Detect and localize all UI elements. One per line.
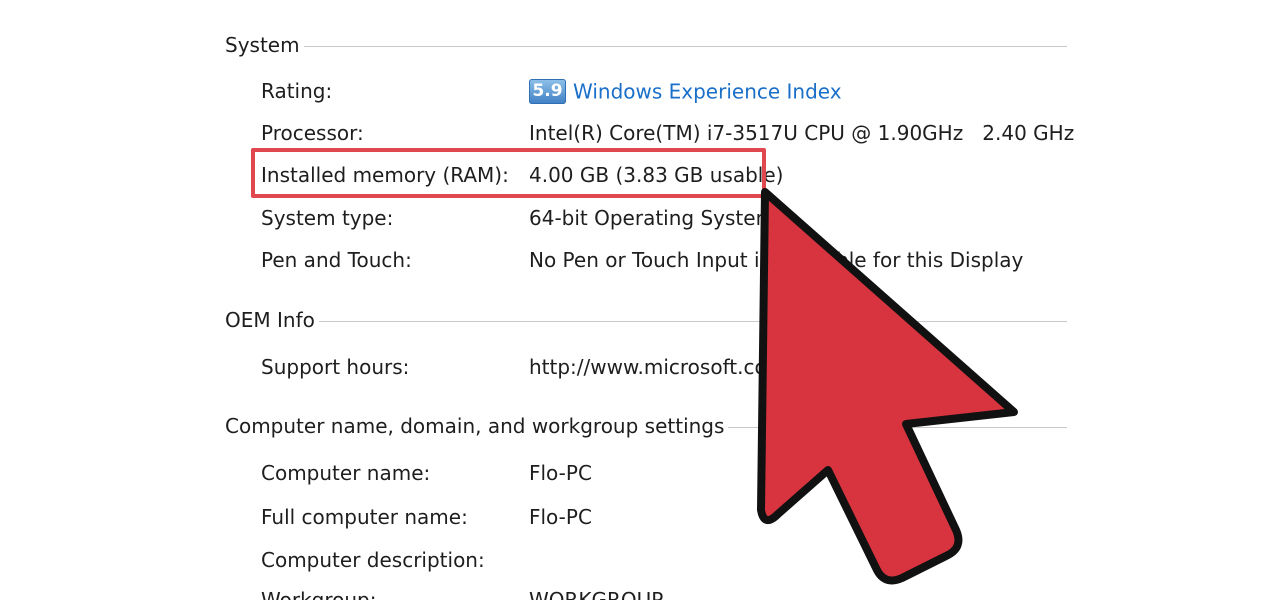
processor-value: Intel(R) Core(TM) i7-3517U CPU @ 1.90GHz…: [529, 121, 1075, 145]
row-support-hours: Support hours: http://www.microsoft.com: [261, 352, 1061, 382]
rating-label: Rating:: [261, 79, 333, 103]
workgroup-label: Workgroup:: [261, 588, 377, 600]
row-computer-description: Computer description:: [261, 545, 1061, 575]
system-type-label: System type:: [261, 206, 394, 230]
section-divider: [728, 427, 1067, 428]
system-type-value: 64-bit Operating System: [529, 206, 776, 230]
computer-name-label: Computer name:: [261, 461, 431, 485]
row-processor: Processor: Intel(R) Core(TM) i7-3517U CP…: [261, 118, 1074, 148]
support-hours-label: Support hours:: [261, 355, 410, 379]
section-divider: [303, 46, 1067, 47]
computer-description-label: Computer description:: [261, 548, 485, 572]
computer-name-value: Flo-PC: [529, 461, 592, 485]
pen-touch-label: Pen and Touch:: [261, 248, 412, 272]
row-computer-name: Computer name: Flo-PC: [261, 458, 1061, 488]
rating-badge-icon[interactable]: 5.9: [529, 79, 566, 104]
full-computer-name-label: Full computer name:: [261, 505, 468, 529]
row-system-type: System type: 64-bit Operating System: [261, 203, 1061, 233]
memory-highlight-box: [251, 148, 766, 198]
section-title: OEM Info: [225, 308, 315, 332]
processor-label: Processor:: [261, 121, 364, 145]
section-title: Computer name, domain, and workgroup set…: [225, 414, 725, 438]
section-divider: [318, 321, 1067, 322]
full-computer-name-value: Flo-PC: [529, 505, 592, 529]
section-system-header: System: [225, 30, 1067, 60]
windows-experience-index-link[interactable]: Windows Experience Index: [573, 80, 842, 104]
section-computer-name-header: Computer name, domain, and workgroup set…: [225, 411, 1067, 441]
pen-touch-value: No Pen or Touch Input is available for t…: [529, 248, 1024, 272]
row-rating: Rating: 5.9 Windows Experience Index: [261, 76, 1061, 106]
row-workgroup: Workgroup: WORKGROUP: [261, 585, 1061, 600]
support-hours-link[interactable]: http://www.microsoft.com: [529, 355, 786, 379]
section-oem-header: OEM Info: [225, 305, 1067, 335]
rating-value[interactable]: 5.9 Windows Experience Index: [529, 78, 842, 104]
section-title: System: [225, 33, 300, 57]
row-full-computer-name: Full computer name: Flo-PC: [261, 502, 1061, 532]
row-pen-touch: Pen and Touch: No Pen or Touch Input is …: [261, 245, 1061, 275]
workgroup-value: WORKGROUP: [529, 588, 664, 600]
